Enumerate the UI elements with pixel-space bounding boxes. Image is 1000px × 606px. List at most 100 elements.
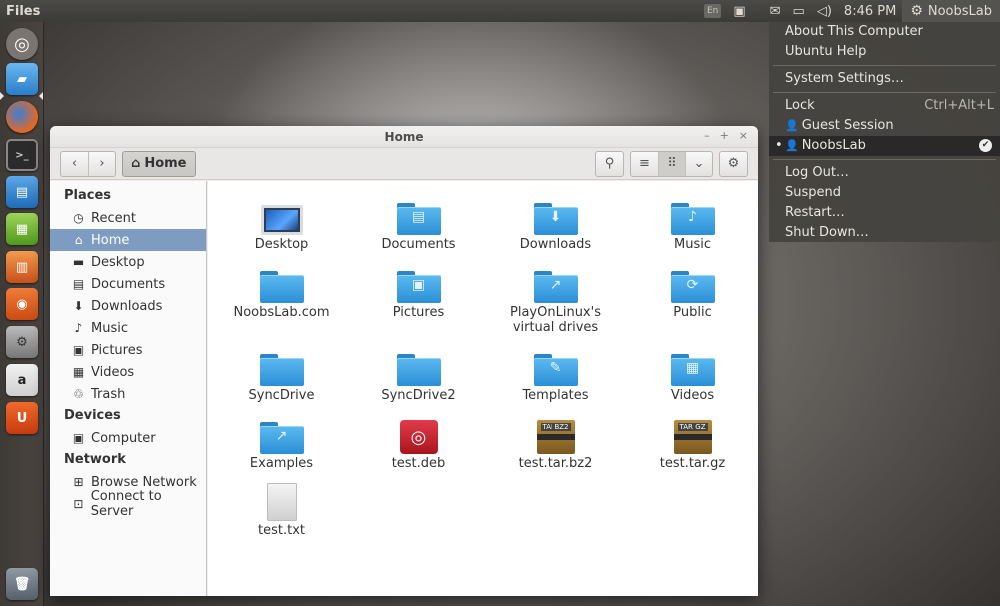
- launcher-amazon-button[interactable]: a: [6, 364, 38, 396]
- menu-separator: [773, 65, 996, 66]
- desktop-icon: ▬: [72, 255, 85, 269]
- menu-restart[interactable]: Restart…: [769, 203, 1000, 223]
- sidebar-item-desktop[interactable]: ▬ Desktop: [50, 251, 206, 273]
- clock-indicator[interactable]: 8:46 PM: [838, 0, 902, 22]
- folder-icon: [259, 271, 304, 303]
- file-item[interactable]: ⬇ Downloads: [487, 195, 624, 252]
- view-options-button[interactable]: ⌄: [685, 151, 712, 176]
- file-item[interactable]: ↗ Examples: [213, 414, 350, 471]
- file-item[interactable]: test.txt: [213, 481, 350, 538]
- sidebar-item-computer[interactable]: ▣ Computer: [50, 427, 206, 449]
- launcher-ubuntu-one-button[interactable]: U: [6, 402, 38, 434]
- folder-icon: ▤: [396, 203, 441, 235]
- file-item[interactable]: TAR GZ test.tar.gz: [624, 414, 758, 471]
- speaker-icon: ◁): [816, 3, 832, 19]
- back-button[interactable]: ‹: [61, 152, 88, 176]
- file-item[interactable]: ▦ Videos: [624, 346, 758, 403]
- screenshot-indicator[interactable]: ▣: [727, 0, 751, 22]
- clock-icon: ◷: [73, 211, 84, 225]
- list-view-button[interactable]: ≡: [631, 152, 658, 176]
- sidebar-item-label: Downloads: [91, 298, 163, 314]
- view-buttons: ≡ ⠿ ⌄: [630, 150, 713, 177]
- file-item[interactable]: Desktop: [213, 195, 350, 252]
- window-titlebar[interactable]: Home – + ×: [50, 126, 758, 148]
- text-file-icon: [266, 483, 297, 521]
- pictures-icon: ▣: [72, 343, 85, 357]
- file-item[interactable]: SyncDrive: [213, 346, 350, 403]
- launcher-firefox-button[interactable]: [6, 101, 38, 133]
- sidebar-item-connect-to-server[interactable]: ⊡ Connect to Server: [50, 489, 206, 519]
- launcher-trash-button[interactable]: 🗑: [6, 568, 38, 600]
- battery-indicator[interactable]: ▭: [787, 0, 811, 22]
- sidebar-item-pictures[interactable]: ▣ Pictures: [50, 339, 206, 361]
- file-item[interactable]: ▤ Documents: [350, 195, 487, 252]
- launcher-calc-button[interactable]: ▦: [6, 213, 38, 245]
- sidebar-item-label: Music: [91, 320, 128, 336]
- sidebar-item-trash[interactable]: ♲ Trash: [50, 383, 206, 405]
- menu-log-out[interactable]: Log Out…: [769, 163, 1000, 183]
- archive-icon: TAR GZ: [673, 420, 712, 454]
- menu-shut-down[interactable]: Shut Down…: [769, 223, 1000, 243]
- search-button-group: ⚲: [595, 150, 624, 177]
- file-label: Pictures: [392, 305, 445, 320]
- menu-guest-session[interactable]: 👤 Guest Session: [769, 116, 1000, 136]
- file-label: SyncDrive: [248, 388, 315, 403]
- launcher-system-settings-button[interactable]: ⚙: [6, 326, 38, 358]
- file-item[interactable]: ◎ test.deb: [350, 414, 487, 471]
- file-item[interactable]: ♪ Music: [624, 195, 758, 252]
- menu-separator: [773, 92, 996, 93]
- calc-icon: ▦: [15, 221, 29, 237]
- menu-system-settings[interactable]: System Settings…: [769, 69, 1000, 89]
- sidebar-item-videos[interactable]: ▦ Videos: [50, 361, 206, 383]
- file-item[interactable]: ▣ Pictures: [350, 263, 487, 320]
- sidebar-item-recent[interactable]: ◷ Recent: [50, 207, 206, 229]
- sidebar-item-music[interactable]: ♪ Music: [50, 317, 206, 339]
- menu-suspend[interactable]: Suspend: [769, 183, 1000, 203]
- keyboard-layout-label: En: [703, 4, 722, 18]
- sidebar-heading-places: Places: [64, 188, 112, 203]
- path-bar-home-button[interactable]: ⌂ Home: [122, 150, 196, 177]
- debian-package-icon: ◎: [399, 420, 438, 454]
- sidebar-item-downloads[interactable]: ⬇ Downloads: [50, 295, 206, 317]
- maximize-button[interactable]: +: [720, 129, 729, 142]
- sidebar-heading-network: Network: [64, 452, 126, 467]
- menu-current-user[interactable]: • 👤 NoobsLab ✔: [769, 136, 1000, 156]
- grid-view-button[interactable]: ⠿: [658, 151, 685, 176]
- menu-lock[interactable]: Lock Ctrl+Alt+L: [769, 96, 1000, 116]
- camera-icon: ▣: [733, 3, 746, 19]
- launcher-files-button[interactable]: ▰: [6, 63, 38, 95]
- close-button[interactable]: ×: [739, 129, 748, 142]
- settings-menu-button[interactable]: ⚙: [720, 152, 747, 176]
- file-label: Templates: [522, 388, 589, 403]
- file-item[interactable]: TAR BZ2 test.tar.bz2: [487, 414, 624, 471]
- launcher-terminal-button[interactable]: >_: [6, 139, 38, 171]
- home-icon: ⌂: [131, 156, 141, 171]
- file-label: Music: [674, 237, 711, 252]
- forward-button[interactable]: ›: [88, 151, 115, 176]
- keyboard-layout-indicator[interactable]: En: [698, 0, 727, 22]
- session-indicator[interactable]: ⚙ NoobsLab: [902, 0, 1000, 22]
- file-item[interactable]: ⟳ Public: [624, 263, 758, 320]
- sidebar-item-home[interactable]: ⌂ Home: [50, 229, 206, 251]
- sound-indicator[interactable]: ◁): [811, 0, 838, 22]
- sidebar-item-documents[interactable]: ▤ Documents: [50, 273, 206, 295]
- search-button[interactable]: ⚲: [596, 152, 623, 176]
- launcher-dash-button[interactable]: ◎: [6, 28, 38, 60]
- chevron-left-icon: ‹: [71, 156, 78, 171]
- launcher-software-center-button[interactable]: ◉: [6, 288, 38, 320]
- file-item[interactable]: ✎ Templates: [487, 346, 624, 403]
- file-item[interactable]: ↗ PlayOnLinux's virtual drives: [487, 263, 624, 335]
- folder-icon: ▣: [396, 271, 441, 303]
- files-window: Home – + × ‹ › ⌂ Home ⚲ ≡ ⠿ ⌄ ⚙ Places ◷…: [50, 126, 758, 596]
- launcher-impress-button[interactable]: ▥: [6, 251, 38, 283]
- list-icon: ≡: [639, 156, 650, 171]
- file-item[interactable]: NoobsLab.com: [213, 263, 350, 320]
- messaging-indicator[interactable]: ✉: [764, 0, 787, 22]
- folder-icon: [259, 354, 304, 386]
- launcher-writer-button[interactable]: ▤: [6, 176, 38, 208]
- indicator-area: En ▣ ✉ ▭ ◁) 8:46 PM ⚙ NoobsLab: [698, 0, 1000, 22]
- menu-ubuntu-help[interactable]: Ubuntu Help: [769, 42, 1000, 62]
- file-item[interactable]: SyncDrive2: [350, 346, 487, 403]
- minimize-button[interactable]: –: [704, 129, 710, 142]
- menu-about-computer[interactable]: About This Computer: [769, 22, 1000, 42]
